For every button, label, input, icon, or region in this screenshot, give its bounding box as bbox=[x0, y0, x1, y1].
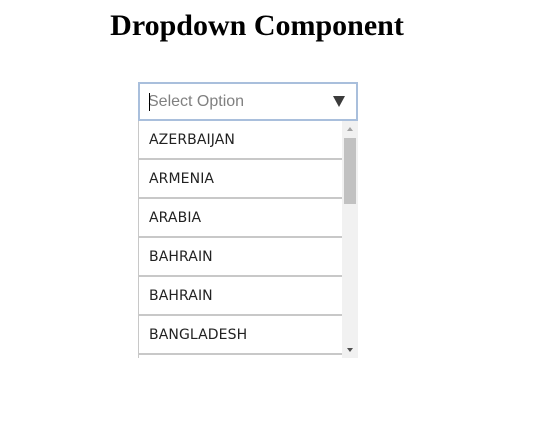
dropdown-option[interactable] bbox=[138, 355, 343, 358]
country-dropdown[interactable]: AZERBAIJAN ARMENIA ARABIA BAHRAIN BAHRAI… bbox=[138, 82, 359, 358]
dropdown-option[interactable]: ARMENIA bbox=[138, 160, 343, 199]
dropdown-search-input[interactable] bbox=[140, 84, 356, 119]
dropdown-select-box[interactable] bbox=[138, 82, 358, 121]
dropdown-options-panel[interactable]: AZERBAIJAN ARMENIA ARABIA BAHRAIN BAHRAI… bbox=[138, 121, 359, 358]
dropdown-option[interactable]: AZERBAIJAN bbox=[138, 121, 343, 160]
dropdown-option[interactable]: BAHRAIN bbox=[138, 277, 343, 316]
scrollbar-thumb[interactable] bbox=[344, 138, 356, 204]
dropdown-option[interactable]: ARABIA bbox=[138, 199, 343, 238]
scroll-down-arrow-icon[interactable] bbox=[347, 348, 353, 352]
text-cursor bbox=[149, 93, 150, 111]
dropdown-option[interactable]: BANGLADESH bbox=[138, 316, 343, 355]
dropdown-option[interactable]: BAHRAIN bbox=[138, 238, 343, 277]
page-title: Dropdown Component bbox=[110, 9, 404, 42]
dropdown-scrollbar[interactable] bbox=[342, 121, 358, 358]
dropdown-option-list: AZERBAIJAN ARMENIA ARABIA BAHRAIN BAHRAI… bbox=[138, 121, 343, 358]
scroll-up-arrow-icon[interactable] bbox=[347, 127, 353, 131]
triangle-down-icon[interactable] bbox=[333, 96, 345, 107]
